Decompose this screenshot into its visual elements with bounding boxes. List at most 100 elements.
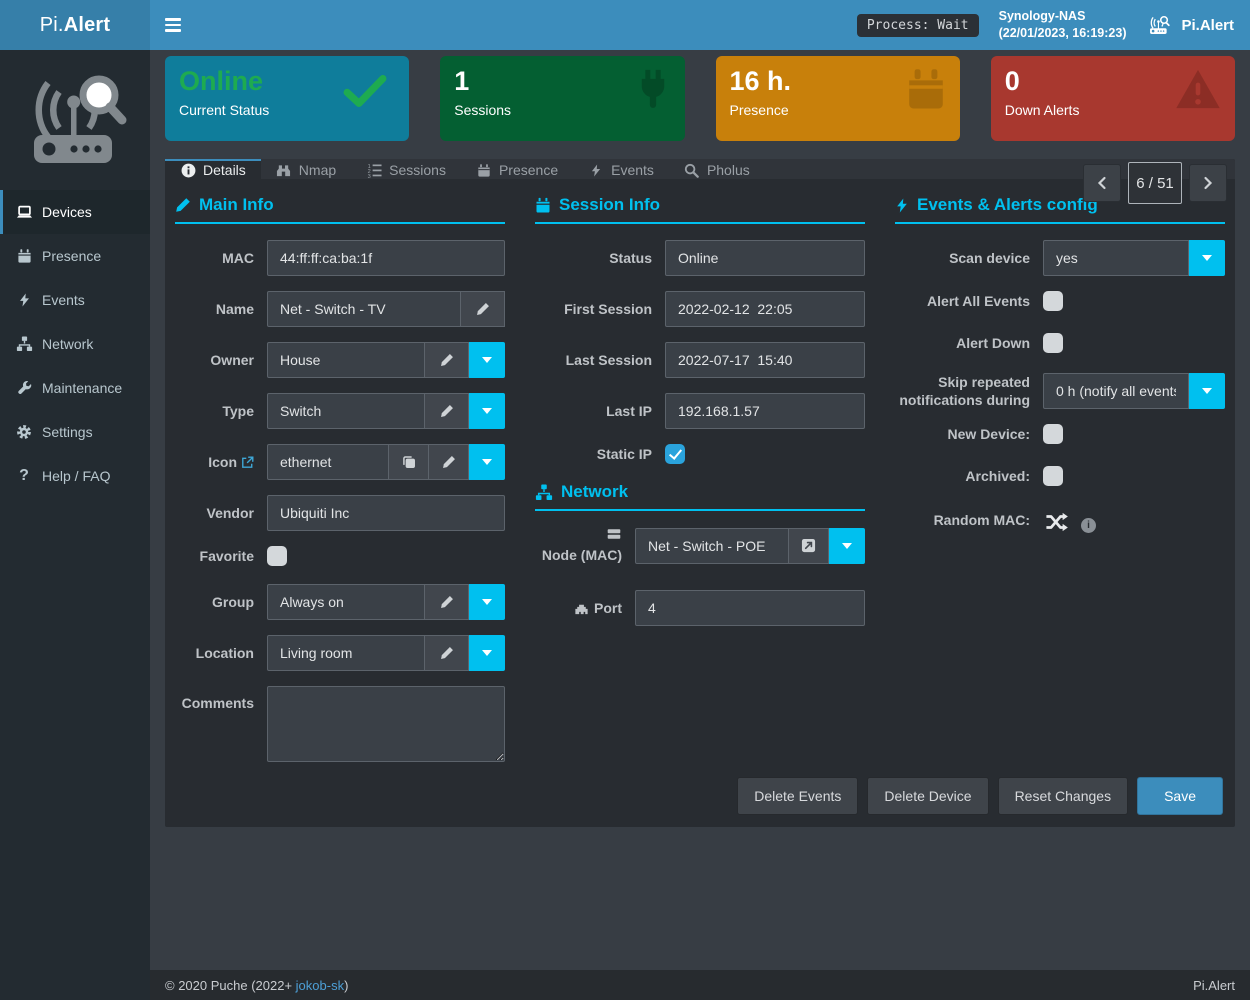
first-session-input[interactable] (665, 291, 865, 327)
icon-input[interactable] (267, 444, 389, 480)
list-ol-icon: 123 (366, 162, 382, 178)
icon-copy-button[interactable] (389, 444, 429, 480)
tab-sessions[interactable]: 123 Sessions (351, 159, 461, 179)
sidebar-item-presence[interactable]: Presence (0, 234, 150, 278)
alert-all-events-checkbox[interactable] (1043, 291, 1063, 311)
field-label: Favorite (175, 547, 267, 565)
jokob-sk-link[interactable]: jokob-sk (296, 978, 344, 993)
info-icon[interactable]: i (1081, 518, 1096, 533)
pencil-icon (175, 197, 191, 213)
sidebar-item-devices[interactable]: Devices (0, 190, 150, 234)
sidebar-item-help[interactable]: ? Help / FAQ (0, 454, 150, 498)
comments-textarea[interactable] (267, 686, 505, 762)
sidebar-item-label: Help / FAQ (42, 468, 110, 484)
session-network-column: Session Info Status First Session Last S… (535, 195, 865, 777)
tab-label: Events (611, 162, 654, 178)
next-device-button[interactable] (1189, 164, 1227, 202)
sidebar-item-label: Presence (42, 248, 101, 264)
type-edit-button[interactable] (425, 393, 469, 429)
type-input[interactable] (267, 393, 425, 429)
group-edit-button[interactable] (425, 584, 469, 620)
tab-details[interactable]: Details (165, 159, 261, 179)
last-session-input[interactable] (665, 342, 865, 378)
archived-checkbox[interactable] (1043, 466, 1063, 486)
name-input[interactable] (267, 291, 461, 327)
static-ip-checkbox[interactable] (665, 444, 685, 464)
pencil-icon (440, 595, 454, 609)
skip-notifications-dropdown-button[interactable] (1189, 373, 1225, 409)
field-label: Alert Down (895, 334, 1043, 352)
group-dropdown-button[interactable] (469, 584, 505, 620)
owner-dropdown-button[interactable] (469, 342, 505, 378)
save-button[interactable]: Save (1137, 777, 1223, 815)
last-ip-input[interactable] (665, 393, 865, 429)
app-badge[interactable]: Pi.Alert (1146, 13, 1234, 37)
sidebar-item-label: Maintenance (42, 380, 122, 396)
type-dropdown-button[interactable] (469, 393, 505, 429)
icon-dropdown-button[interactable] (469, 444, 505, 480)
check-icon (343, 74, 387, 108)
owner-input[interactable] (267, 342, 425, 378)
brand-alert: Alert (64, 14, 111, 37)
icon-edit-button[interactable] (429, 444, 469, 480)
sidebar-item-network[interactable]: Network (0, 322, 150, 366)
location-edit-button[interactable] (425, 635, 469, 671)
card-presence[interactable]: 16 h. Presence (716, 56, 960, 141)
new-device-checkbox[interactable] (1043, 424, 1063, 444)
tab-events[interactable]: Events (573, 159, 669, 179)
scan-device-input[interactable] (1043, 240, 1189, 276)
field-label: Comments (175, 686, 267, 712)
field-new-device: New Device: (895, 424, 1225, 444)
owner-edit-button[interactable] (425, 342, 469, 378)
delete-device-button[interactable]: Delete Device (867, 777, 988, 815)
external-link-icon[interactable] (241, 456, 254, 469)
router-scan-icon (1146, 13, 1172, 37)
copyright: © 2020 Puche (2022+ jokob-sk) (165, 978, 348, 993)
ethernet-icon (574, 602, 589, 615)
status-input[interactable] (665, 240, 865, 276)
tab-pholus[interactable]: Pholus (669, 159, 765, 179)
field-label: Group (175, 593, 267, 611)
port-input[interactable] (635, 590, 865, 626)
alert-down-checkbox[interactable] (1043, 333, 1063, 353)
card-current-status[interactable]: Online Current Status (165, 56, 409, 141)
card-down-alerts[interactable]: 0 Down Alerts (991, 56, 1235, 141)
skip-notifications-input[interactable] (1043, 373, 1189, 409)
caret-down-icon (482, 408, 492, 414)
sidebar-item-settings[interactable]: Settings (0, 410, 150, 454)
location-dropdown-button[interactable] (469, 635, 505, 671)
favorite-checkbox[interactable] (267, 546, 287, 566)
sidebar-menu: Devices Presence Events Network Maintena… (0, 190, 150, 498)
group-input[interactable] (267, 584, 425, 620)
tab-nmap[interactable]: Nmap (261, 159, 351, 179)
server-icon (606, 527, 622, 541)
prev-device-button[interactable] (1083, 164, 1121, 202)
sidebar-item-events[interactable]: Events (0, 278, 150, 322)
external-link-square-icon (801, 538, 816, 553)
calendar-icon (476, 162, 492, 178)
location-input[interactable] (267, 635, 425, 671)
vendor-input[interactable] (267, 495, 505, 531)
field-label: Last Session (535, 351, 665, 369)
name-edit-button[interactable] (461, 291, 505, 327)
tab-presence[interactable]: Presence (461, 159, 573, 179)
brand-logo[interactable]: Pi.Alert (0, 0, 150, 50)
top-navbar: Pi.Alert Process: Wait Synology-NAS (22/… (0, 0, 1250, 50)
card-sessions[interactable]: 1 Sessions (440, 56, 684, 141)
scan-device-dropdown-button[interactable] (1189, 240, 1225, 276)
field-status: Status (535, 240, 865, 276)
main-info-heading: Main Info (175, 195, 505, 224)
field-archived: Archived: (895, 466, 1225, 486)
hamburger-menu-icon[interactable] (150, 0, 195, 50)
node-open-button[interactable] (789, 528, 829, 564)
node-input[interactable] (635, 528, 789, 564)
mac-input[interactable] (267, 240, 505, 276)
delete-events-button[interactable]: Delete Events (737, 777, 858, 815)
sidebar-item-maintenance[interactable]: Maintenance (0, 366, 150, 410)
node-dropdown-button[interactable] (829, 528, 865, 564)
footer-app-name: Pi.Alert (1193, 978, 1235, 993)
brand-pi: Pi. (40, 14, 64, 37)
details-tab-panel: Main Info MAC Name Owner (165, 179, 1235, 777)
section-title: Main Info (199, 195, 274, 215)
reset-changes-button[interactable]: Reset Changes (998, 777, 1129, 815)
